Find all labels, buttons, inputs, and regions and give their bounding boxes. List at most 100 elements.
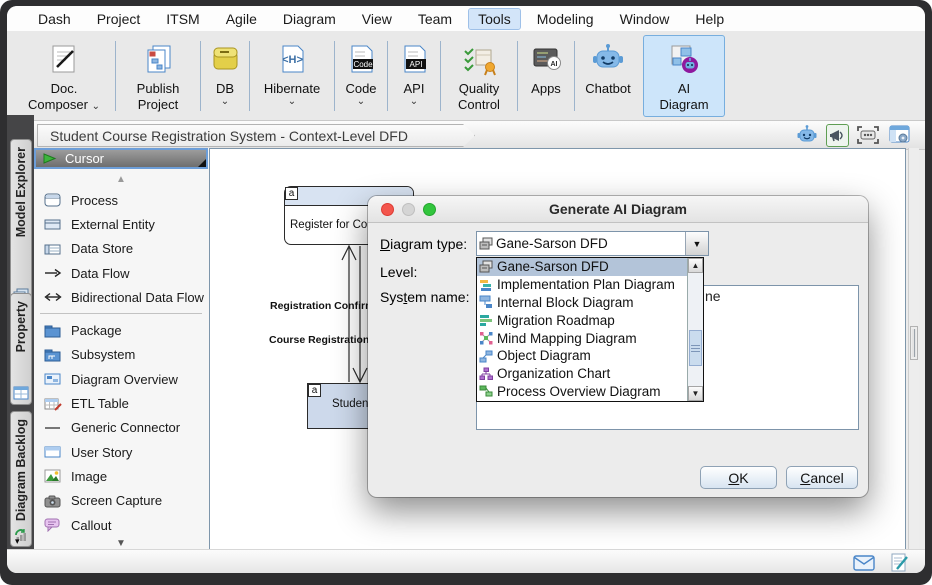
diagram-type-combobox[interactable]: Gane-Sarson DFD ▼ xyxy=(476,231,709,256)
megaphone-icon[interactable] xyxy=(826,124,849,147)
dropdown-option-organization-chart[interactable]: Organization Chart xyxy=(477,365,703,383)
publish-label2: Project xyxy=(138,97,178,112)
quality-control-icon xyxy=(459,39,499,81)
menu-window[interactable]: Window xyxy=(611,9,679,29)
palette-item-etl-table[interactable]: ETL Table xyxy=(34,391,208,415)
palette-item-data-flow[interactable]: Data Flow xyxy=(34,261,208,285)
mail-icon[interactable] xyxy=(853,555,875,571)
code-button[interactable]: Code Code ⌄ xyxy=(337,35,385,117)
doc-composer-label1: Doc. xyxy=(51,81,78,96)
palette-item-user-story[interactable]: User Story xyxy=(34,440,208,464)
dropdown-option-implementation-plan[interactable]: Implementation Plan Diagram xyxy=(477,276,703,294)
dialog-title-bar[interactable]: Generate AI Diagram xyxy=(368,196,868,223)
diagram-type-dropdown-list: Gane-Sarson DFD Implementation Plan Diag… xyxy=(476,257,704,402)
dfd-entity-label: Student xyxy=(332,398,372,410)
dropdown-option-gane-sarson-dfd[interactable]: Gane-Sarson DFD xyxy=(477,258,703,276)
palette-item-bidirectional-data-flow[interactable]: Bidirectional Data Flow xyxy=(34,285,208,309)
chatbot-button[interactable]: Chatbot xyxy=(577,35,639,117)
menu-dash[interactable]: Dash xyxy=(29,9,80,29)
ok-button[interactable]: OK xyxy=(700,466,777,489)
menu-project[interactable]: Project xyxy=(88,9,150,29)
dropdown-option-object-diagram[interactable]: Object Diagram xyxy=(477,347,703,365)
tab-property[interactable]: Property xyxy=(10,293,32,405)
tab-model-explorer[interactable]: Model Explorer xyxy=(10,139,32,307)
scroll-up-button[interactable]: ▲ xyxy=(688,258,703,273)
palette-cursor-tool[interactable]: Cursor xyxy=(34,148,208,169)
chevron-down-icon: ⌄ xyxy=(92,101,100,112)
palette-item-package[interactable]: Package xyxy=(34,318,208,342)
menu-help[interactable]: Help xyxy=(686,9,733,29)
quality-control-button[interactable]: Quality Control xyxy=(443,35,515,117)
palette-item-image[interactable]: Image xyxy=(34,464,208,488)
dropdown-option-mind-mapping[interactable]: Mind Mapping Diagram xyxy=(477,329,703,347)
palette-item-callout[interactable]: Callout xyxy=(34,513,208,537)
menu-tools[interactable]: Tools xyxy=(469,9,520,29)
ai-diagram-label2: Diagram xyxy=(659,97,708,112)
doc-composer-button[interactable]: Doc. Composer ⌄ xyxy=(15,35,113,117)
menu-agile[interactable]: Agile xyxy=(217,9,266,29)
fit-selection-icon[interactable] xyxy=(856,123,880,147)
process-overview-icon xyxy=(479,384,493,398)
dialog-title: Generate AI Diagram xyxy=(549,201,687,217)
palette-item-external-entity[interactable]: External Entity xyxy=(34,212,208,236)
palette-list: Process External Entity Data Store Data … xyxy=(34,188,208,537)
palette-scroll-up-arrow[interactable]: ▲ xyxy=(34,174,208,185)
minimize-icon[interactable] xyxy=(402,203,415,216)
menu-diagram[interactable]: Diagram xyxy=(274,9,345,29)
splitter-grip[interactable] xyxy=(910,326,918,360)
palette-item-data-store[interactable]: Data Store xyxy=(34,237,208,261)
palette-item-diagram-overview[interactable]: Diagram Overview xyxy=(34,367,208,391)
ai-assistant-robot-icon[interactable] xyxy=(795,123,819,147)
hibernate-button[interactable]: <H> Hibernate ⌄ xyxy=(252,35,332,117)
dropdown-option-internal-block[interactable]: Internal Block Diagram xyxy=(477,294,703,312)
ai-diagram-label1: AI xyxy=(678,81,690,96)
menu-itsm[interactable]: ITSM xyxy=(157,9,208,29)
tab-strip-overflow-arrow[interactable]: ▾ xyxy=(15,536,20,547)
data-store-icon xyxy=(44,242,62,256)
dropdown-option-process-overview[interactable]: Process Overview Diagram xyxy=(477,383,703,401)
apps-button[interactable]: AI Apps xyxy=(520,35,572,117)
ribbon-separator xyxy=(200,41,201,111)
right-panel-splitter[interactable] xyxy=(908,148,919,552)
chatbot-label: Chatbot xyxy=(585,81,631,96)
menu-view[interactable]: View xyxy=(353,9,401,29)
gane-sarson-dfd-icon xyxy=(479,260,493,274)
palette-item-subsystem[interactable]: Subsystem xyxy=(34,343,208,367)
publish-project-button[interactable]: Publish Project xyxy=(118,35,198,117)
app-screenshot: Dash Project ITSM Agile Diagram View Tea… xyxy=(0,0,932,585)
palette-scroll-down-arrow[interactable]: ▼ xyxy=(34,538,208,549)
scroll-down-button[interactable]: ▼ xyxy=(688,386,703,401)
menu-team[interactable]: Team xyxy=(409,9,461,29)
cancel-button[interactable]: Cancel xyxy=(786,466,858,489)
palette-item-process[interactable]: Process xyxy=(34,188,208,212)
flow-label-registration-confirmation[interactable]: Registration Confirma xyxy=(270,300,380,312)
zoom-icon[interactable] xyxy=(423,203,436,216)
close-icon[interactable] xyxy=(381,203,394,216)
dropdown-scrollbar[interactable]: ▲ ▼ xyxy=(687,258,703,401)
user-story-icon xyxy=(44,445,62,459)
document-edit-icon[interactable] xyxy=(891,553,909,572)
scroll-thumb[interactable] xyxy=(689,330,702,366)
dropdown-option-migration-roadmap[interactable]: Migration Roadmap xyxy=(477,311,703,329)
db-button[interactable]: DB ⌄ xyxy=(203,35,247,117)
panel-layout-icon[interactable] xyxy=(887,123,911,147)
breadcrumb[interactable]: Student Course Registration System - Con… xyxy=(37,124,475,147)
code-icon: Code xyxy=(343,39,379,81)
cursor-icon xyxy=(43,152,57,165)
image-icon xyxy=(44,469,62,483)
palette-item-screen-capture[interactable]: Screen Capture xyxy=(34,489,208,513)
screen-capture-icon xyxy=(44,494,62,508)
system-name-visible-fragment: ne xyxy=(705,288,721,304)
diagram-header-bar: Student Course Registration System - Con… xyxy=(7,121,925,150)
quality-label2: Control xyxy=(458,97,500,112)
tab-diagram-backlog[interactable]: Diagram Backlog xyxy=(10,411,32,547)
ai-diagram-button[interactable]: AI Diagram xyxy=(643,35,725,117)
flow-label-course-registration-request[interactable]: Course Registration R xyxy=(269,334,380,346)
api-button[interactable]: API API ⌄ xyxy=(390,35,438,117)
menu-modeling[interactable]: Modeling xyxy=(528,9,603,29)
palette-item-generic-connector[interactable]: Generic Connector xyxy=(34,416,208,440)
system-name-label: System name: xyxy=(380,289,469,305)
combobox-dropdown-arrow[interactable]: ▼ xyxy=(685,232,708,255)
status-bar xyxy=(7,549,925,573)
svg-text:API: API xyxy=(410,60,423,69)
